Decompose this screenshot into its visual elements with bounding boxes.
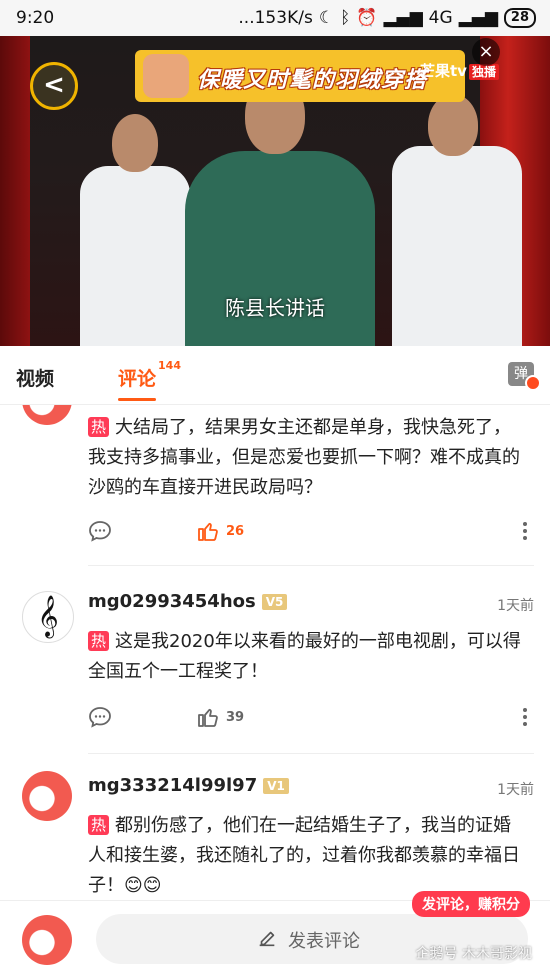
more-icon[interactable] bbox=[522, 521, 528, 541]
man-left-head bbox=[112, 114, 158, 172]
ad-illustration bbox=[143, 54, 189, 98]
tab-indicator bbox=[118, 398, 156, 401]
hot-badge: 热 bbox=[88, 631, 110, 651]
status-bar: 9:20 ...153K/s ☾ ᛒ ⏰ ▂▄▆ 4G ▂▄▆ 28 bbox=[0, 0, 550, 36]
moon-icon: ☾ bbox=[318, 8, 335, 28]
comment-body: 大结局了，结果男女主还都是单身，我快急死了，我支持多搞事业，但是恋爱也要抓一下啊… bbox=[88, 417, 520, 498]
avatar[interactable] bbox=[22, 405, 72, 425]
username-text: mg02993454hos bbox=[88, 591, 256, 612]
comment-time: 1天前 bbox=[497, 782, 534, 798]
network-speed: ...153K/s bbox=[238, 8, 313, 28]
like-count: 39 bbox=[226, 709, 245, 725]
network-type: 4G bbox=[428, 8, 453, 28]
reply-icon[interactable] bbox=[88, 705, 112, 729]
like-button[interactable]: 39 bbox=[196, 705, 244, 729]
avatar[interactable]: 𝄞 bbox=[22, 591, 74, 643]
comment-actions: 39 bbox=[88, 705, 528, 735]
watermark: 企鹅号 木木哥影视 bbox=[415, 946, 532, 962]
video-subtitle: 陈县长讲话 bbox=[225, 296, 325, 320]
comment-time: 1天前 bbox=[497, 598, 534, 614]
tab-comments[interactable]: 评论144 bbox=[118, 359, 181, 391]
pen-icon bbox=[259, 931, 275, 947]
promo-badge[interactable]: 发评论，赚积分 bbox=[412, 891, 530, 917]
level-badge: V1 bbox=[263, 778, 289, 794]
status-time: 9:20 bbox=[16, 8, 55, 28]
like-button[interactable]: 26 bbox=[196, 519, 244, 543]
thumbs-up-icon bbox=[198, 522, 218, 541]
back-button[interactable]: < bbox=[30, 62, 78, 110]
comment-text: 热大结局了，结果男女主还都是单身，我快急死了，我支持多搞事业，但是恋爱也要抓一下… bbox=[88, 413, 524, 503]
brand-tag: 独播 bbox=[468, 64, 499, 80]
comment-list[interactable]: 热大结局了，结果男女主还都是单身，我快急死了，我支持多搞事业，但是恋爱也要抓一下… bbox=[0, 405, 550, 900]
thumbs-up-icon bbox=[198, 708, 218, 727]
signal-icon: ▂▄▆ bbox=[383, 8, 423, 28]
comment-text: 热这是我2020年以来看的最好的一部电视剧，可以得全国五个一工程奖了！ bbox=[88, 627, 524, 687]
comment-text: 热都别伤感了，他们在一起结婚生子了，我当的证婚人和接生婆，我还随礼了的，过着你我… bbox=[88, 811, 524, 900]
comment-body: 这是我2020年以来看的最好的一部电视剧，可以得全国五个一工程奖了！ bbox=[88, 631, 521, 682]
username[interactable]: mg02993454hos V5 bbox=[88, 591, 288, 612]
comment-actions: 26 bbox=[88, 519, 528, 549]
avatar[interactable] bbox=[22, 771, 72, 821]
reply-icon[interactable] bbox=[88, 519, 112, 543]
more-icon[interactable] bbox=[522, 707, 528, 727]
comment-placeholder: 发表评论 bbox=[288, 931, 360, 952]
comment-input-bar: 发表评论 发评论，赚积分 企鹅号 木木哥影视 bbox=[0, 891, 550, 977]
brand-name: 芒果tv bbox=[420, 62, 467, 80]
username[interactable]: mg333214l99l97 V1 bbox=[88, 775, 289, 796]
like-count: 26 bbox=[226, 523, 245, 539]
video-player[interactable]: 保暖又时髦的羽绒穿搭 芒果tv 独播 × < 陈县长讲话 bbox=[0, 36, 550, 346]
username-text: mg333214l99l97 bbox=[88, 775, 258, 796]
alarm-icon: ⏰ bbox=[356, 8, 378, 28]
man-right-head bbox=[428, 94, 478, 156]
battery-icon: 28 bbox=[503, 8, 536, 28]
comment-body: 都别伤感了，他们在一起结婚生子了，我当的证婚人和接生婆，我还随礼了的，过着你我都… bbox=[88, 815, 520, 896]
level-badge: V5 bbox=[261, 594, 288, 610]
bluetooth-icon: ᛒ bbox=[340, 8, 351, 28]
hot-badge: 热 bbox=[88, 815, 110, 835]
close-ad-button[interactable]: × bbox=[472, 38, 500, 66]
signal-icon-2: ▂▄▆ bbox=[458, 8, 498, 28]
my-avatar[interactable] bbox=[22, 915, 72, 965]
tab-comments-label: 评论 bbox=[118, 368, 157, 390]
danmu-toggle-button[interactable]: 弹 bbox=[508, 362, 541, 391]
ad-banner[interactable]: 保暖又时髦的羽绒穿搭 bbox=[135, 50, 465, 102]
tab-video[interactable]: 视频 bbox=[16, 364, 54, 391]
hot-badge: 热 bbox=[88, 417, 110, 437]
status-icons: ...153K/s ☾ ᛒ ⏰ ▂▄▆ 4G ▂▄▆ 28 bbox=[238, 8, 536, 28]
divider bbox=[88, 565, 534, 566]
tab-bar: 视频 评论144 弹 bbox=[0, 346, 550, 405]
comment-count: 144 bbox=[158, 358, 181, 372]
divider bbox=[88, 753, 534, 754]
ad-banner-text: 保暖又时髦的羽绒穿搭 bbox=[197, 68, 428, 93]
